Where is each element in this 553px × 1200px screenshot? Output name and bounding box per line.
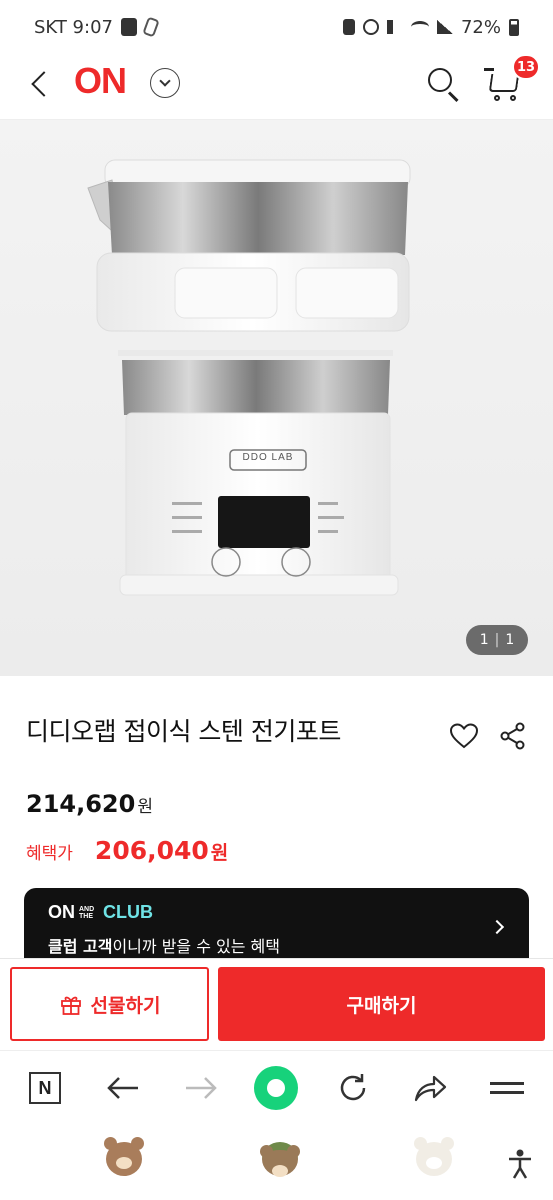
- cart-icon: [484, 68, 494, 71]
- product-title: 디디오랩 접이식 스텐 전기포트: [26, 717, 341, 746]
- club-text-bold: 클럽 고객: [48, 937, 113, 956]
- image-counter-separator: |: [494, 632, 500, 648]
- buy-button-label: 구매하기: [346, 994, 417, 1017]
- chevron-left-icon: [31, 71, 57, 97]
- wishlist-button[interactable]: [448, 720, 480, 752]
- accessibility-figure-icon: [509, 1149, 531, 1179]
- carrier-time: SKT 9:07: [34, 16, 113, 38]
- cart-icon-wheel: [510, 95, 516, 101]
- buy-button[interactable]: 구매하기: [218, 967, 545, 1041]
- chevron-right-icon: [489, 919, 505, 935]
- browser-menu-button[interactable]: [484, 1065, 530, 1111]
- heart-icon: [449, 723, 479, 749]
- price-row: 214,620 원: [26, 790, 153, 818]
- browser-back-button[interactable]: [100, 1065, 146, 1111]
- cart-icon-body: [488, 74, 520, 92]
- app-notification-icon: [120, 18, 137, 36]
- benefit-currency: 원: [210, 842, 229, 864]
- benefit-price-row: 혜택가 206,040 원: [26, 836, 228, 865]
- browser-toolbar: N: [0, 1050, 553, 1126]
- club-logo-club: CLUB: [103, 902, 153, 922]
- product-image[interactable]: DDO LAB: [0, 120, 553, 676]
- bear-white-icon[interactable]: [414, 1137, 454, 1176]
- bear-face: [272, 1165, 288, 1177]
- chevron-down-icon: [159, 75, 171, 87]
- price-currency: 원: [137, 797, 153, 817]
- club-logo-andthe: AND THE: [79, 906, 99, 920]
- brand-menu-dropdown[interactable]: [150, 68, 180, 98]
- club-banner-text: 클럽 고객이니까 받을 수 있는 혜택: [48, 933, 280, 957]
- signal-icon: [436, 20, 453, 34]
- product-price: 214,620: [26, 790, 136, 818]
- arrow-left-icon: [107, 1077, 138, 1099]
- status-bar: SKT 9:07 72%: [0, 0, 553, 54]
- image-counter-total: 1: [505, 632, 515, 648]
- gift-button[interactable]: 선물하기: [10, 967, 209, 1041]
- bear-brown-icon[interactable]: [104, 1137, 144, 1176]
- gift-icon: [60, 996, 81, 1015]
- image-counter: 1 | 1: [466, 625, 528, 655]
- battery-icon: [509, 18, 519, 36]
- image-counter-current: 1: [479, 632, 489, 648]
- club-logo-on: ON: [48, 902, 75, 922]
- browser-share-button[interactable]: [407, 1065, 453, 1111]
- share-button[interactable]: [497, 720, 529, 752]
- cart-count-badge: 13: [512, 54, 540, 80]
- purchase-action-bar: 선물하기 구매하기: [0, 958, 553, 1050]
- wifi-icon: [410, 21, 429, 33]
- mute-icon: [386, 20, 403, 34]
- share-arrow-icon: [414, 1075, 447, 1102]
- bear-hat-icon[interactable]: [260, 1142, 300, 1177]
- search-icon: [428, 68, 452, 92]
- kettle-illustration: [87, 159, 411, 596]
- bottle-notification-icon: [142, 16, 160, 38]
- battery-percent: 72%: [460, 16, 501, 38]
- share-icon: [500, 722, 525, 750]
- club-text-rest: 이니까 받을 수 있는 혜택: [112, 937, 280, 956]
- club-logo-and: AND: [79, 905, 95, 913]
- gift-button-label: 선물하기: [90, 994, 161, 1017]
- benefit-price: 206,040: [94, 836, 209, 865]
- bottom-navigation: [0, 1126, 553, 1200]
- menu-icon: [490, 1082, 524, 1094]
- brand-logo[interactable]: ON: [74, 60, 127, 102]
- club-logo-the: THE: [79, 912, 93, 920]
- cart-icon-wheel: [494, 95, 500, 101]
- bear-face: [426, 1157, 442, 1169]
- naver-n-icon: N: [29, 1072, 61, 1104]
- alarm-icon: [362, 19, 379, 35]
- accessibility-icon[interactable]: [506, 1148, 534, 1180]
- battery-saver-icon: [342, 19, 355, 35]
- home-icon-center: [267, 1079, 285, 1097]
- search-icon-handle: [447, 91, 459, 103]
- naver-tab-button[interactable]: N: [22, 1065, 68, 1111]
- club-banner[interactable]: ON AND THE CLUB 클럽 고객이니까 받을 수 있는 혜택: [24, 888, 529, 968]
- home-icon: [254, 1066, 298, 1110]
- club-logo: ON AND THE CLUB: [48, 902, 153, 923]
- arrow-right-icon: [186, 1077, 217, 1099]
- back-button[interactable]: [22, 66, 58, 102]
- reload-icon: [340, 1074, 366, 1101]
- bear-face: [116, 1157, 132, 1169]
- benefit-label: 혜택가: [26, 844, 73, 864]
- app-header: ON: [0, 54, 553, 120]
- reload-button[interactable]: [330, 1065, 376, 1111]
- product-brand-print: DDO LAB: [242, 452, 294, 463]
- browser-forward-button[interactable]: [178, 1065, 224, 1111]
- browser-home-button[interactable]: [253, 1065, 299, 1111]
- search-button[interactable]: [424, 64, 462, 103]
